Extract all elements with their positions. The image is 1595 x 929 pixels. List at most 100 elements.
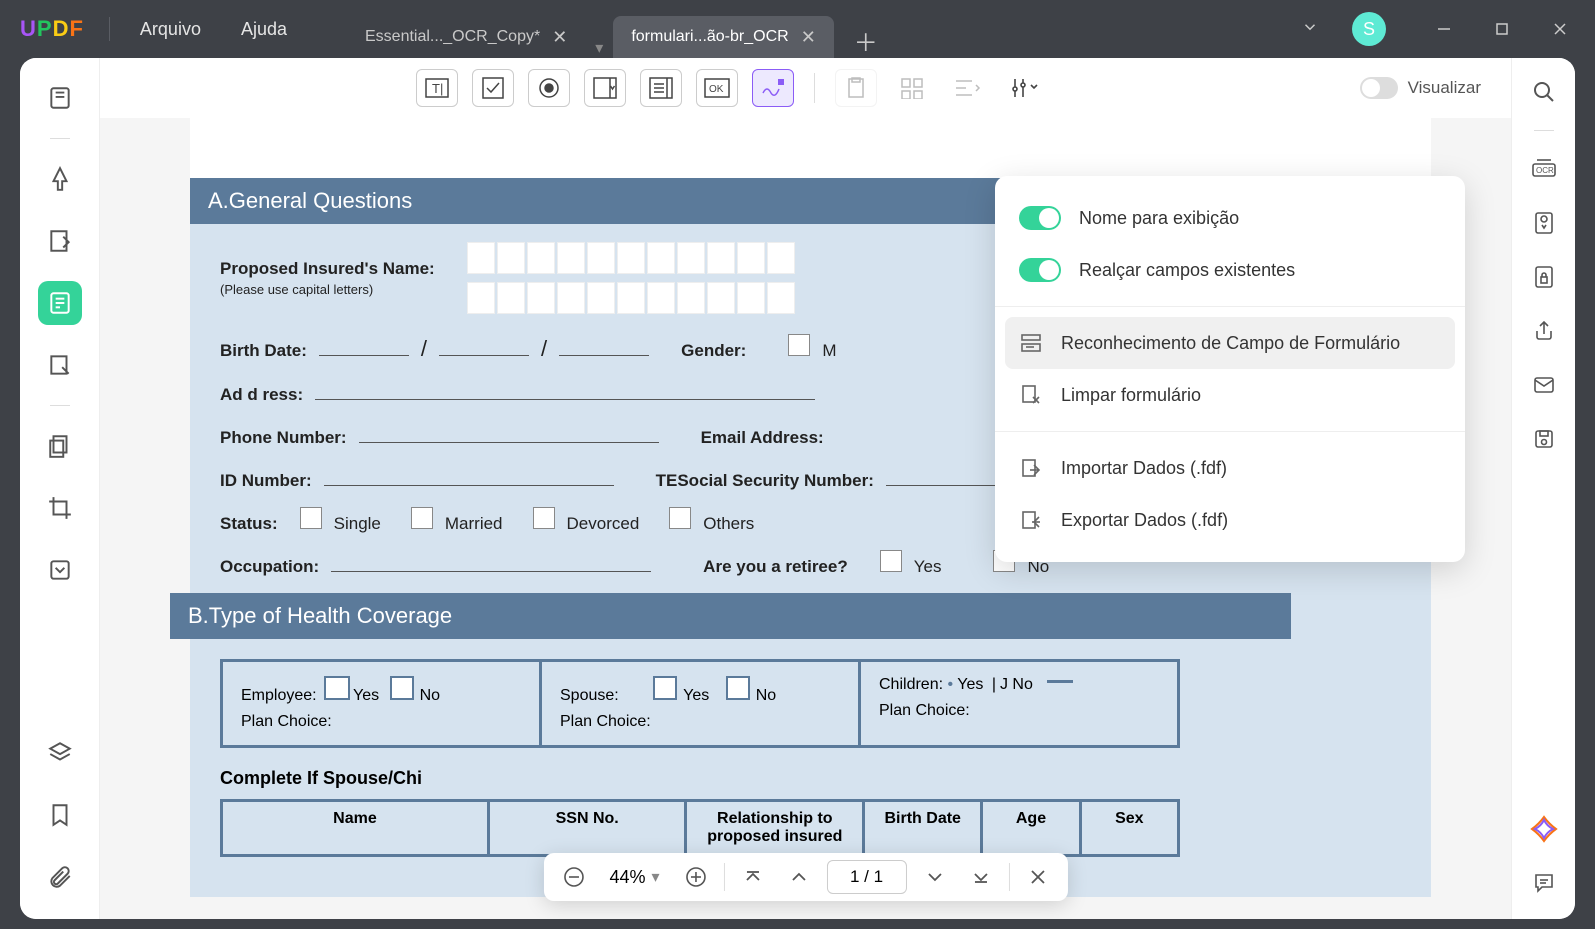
separator [1009, 863, 1010, 891]
employee-label: Employee: [241, 687, 317, 704]
listbox-tool[interactable] [640, 69, 682, 107]
align-tool [891, 69, 933, 107]
chevron-down-icon[interactable] [1276, 18, 1344, 41]
pages-button[interactable] [38, 424, 82, 468]
close-icon[interactable]: ✕ [801, 27, 816, 48]
occupation-field[interactable] [331, 550, 651, 572]
col-relationship: Relationship to proposed insured [687, 802, 865, 854]
zoom-in-button[interactable] [678, 859, 714, 895]
birth-day-field[interactable] [319, 334, 409, 356]
highlight-button[interactable] [38, 157, 82, 201]
text-field-tool[interactable]: T| [416, 69, 458, 107]
retiree-yes-label: Yes [914, 557, 942, 577]
redact-button[interactable] [38, 343, 82, 387]
status-others-checkbox[interactable] [669, 507, 691, 529]
titlebar: UPDF Arquivo Ajuda Essential..._OCR_Copy… [0, 0, 1595, 58]
chevron-down-icon: ▾ [652, 867, 660, 887]
zoom-out-button[interactable] [555, 859, 591, 895]
birth-year-field[interactable] [559, 334, 649, 356]
section-b-header: B.Type of Health Coverage [170, 593, 1291, 639]
chevron-down-icon[interactable]: ▾ [585, 38, 613, 58]
button-tool[interactable]: OK [696, 69, 738, 107]
employee-yes-checkbox[interactable] [324, 676, 350, 700]
protect-button[interactable] [1528, 261, 1560, 293]
menu-ajuda[interactable]: Ajuda [221, 19, 307, 40]
minimize-button[interactable] [1419, 9, 1469, 49]
maximize-button[interactable] [1477, 9, 1527, 49]
spouse-yes-checkbox[interactable] [653, 676, 677, 700]
form-button[interactable] [38, 281, 82, 325]
status-label: Status: [220, 514, 278, 534]
search-button[interactable] [1528, 76, 1560, 108]
name-boxes-row1[interactable] [467, 242, 795, 274]
signature-tool[interactable] [752, 69, 794, 107]
dropdown-item-recognize-form[interactable]: Reconhecimento de Campo de Formulário [1005, 317, 1455, 369]
plan-choice-label: Plan Choice: [879, 702, 1159, 720]
bookmark-button[interactable] [38, 793, 82, 837]
ai-button[interactable] [1528, 813, 1560, 845]
edit-button[interactable] [38, 219, 82, 263]
compress-button[interactable] [1528, 207, 1560, 239]
app-logo: UPDF [0, 16, 104, 42]
toggle-on-icon[interactable] [1019, 258, 1061, 282]
radio-tool[interactable] [528, 69, 570, 107]
tab-formulario[interactable]: formulari...ão-br_OCR ✕ [613, 16, 833, 58]
new-tab-button[interactable]: ＋ [834, 23, 898, 58]
zoom-select[interactable]: 44% ▾ [601, 867, 667, 888]
dropdown-item-export-data[interactable]: Exportar Dados (.fdf) [995, 494, 1465, 546]
close-icon[interactable]: ✕ [552, 27, 567, 48]
page-input[interactable]: 1 / 1 [827, 860, 907, 894]
separator [724, 863, 725, 891]
convert-button[interactable] [38, 548, 82, 592]
spouse-no-checkbox[interactable] [726, 676, 750, 700]
prev-page-button[interactable] [781, 859, 817, 895]
svg-text:T|: T| [432, 81, 443, 96]
address-field[interactable] [315, 378, 815, 400]
email-button[interactable] [1528, 369, 1560, 401]
attachment-button[interactable] [38, 855, 82, 899]
toggle-on-icon[interactable] [1019, 206, 1061, 230]
share-button[interactable] [1528, 315, 1560, 347]
dropdown-tool[interactable] [584, 69, 626, 107]
import-icon [1019, 456, 1043, 480]
status-divorced-checkbox[interactable] [533, 507, 555, 529]
gender-m-checkbox[interactable] [788, 334, 810, 356]
dropdown-item-import-data[interactable]: Importar Dados (.fdf) [995, 442, 1465, 494]
email-label: Email Address: [701, 428, 824, 448]
user-avatar[interactable]: S [1352, 12, 1386, 46]
ocr-button[interactable]: OCR [1528, 153, 1560, 185]
dropdown-item-clear-form[interactable]: Limpar formulário [995, 369, 1465, 421]
phone-label: Phone Number: [220, 428, 347, 448]
id-label: ID Number: [220, 471, 312, 491]
close-bar-button[interactable] [1020, 859, 1056, 895]
status-single-checkbox[interactable] [300, 507, 322, 529]
plan-choice-label: Plan Choice: [241, 713, 521, 731]
phone-field[interactable] [359, 421, 659, 443]
id-field[interactable] [324, 464, 614, 486]
form-options-tool[interactable] [1003, 69, 1045, 107]
status-married-label: Married [445, 514, 503, 534]
complete-if-label: Complete If Spouse/Chi [190, 748, 1431, 799]
crop-button[interactable] [38, 486, 82, 530]
employee-no-checkbox[interactable] [390, 676, 414, 700]
visualize-toggle[interactable] [1360, 77, 1398, 99]
comment-button[interactable] [1528, 867, 1560, 899]
dropdown-item-display-name[interactable]: Nome para exibição [995, 192, 1465, 244]
reader-mode-button[interactable] [38, 76, 82, 120]
name-boxes-row2[interactable] [467, 282, 795, 314]
status-married-checkbox[interactable] [411, 507, 433, 529]
retiree-yes-checkbox[interactable] [880, 550, 902, 572]
checkbox-tool[interactable] [472, 69, 514, 107]
dropdown-item-highlight-fields[interactable]: Realçar campos existentes [995, 244, 1465, 296]
coverage-table: Employee: Yes No Plan Choice: Spouse: Ye… [220, 659, 1180, 748]
save-button[interactable] [1528, 423, 1560, 455]
next-page-button[interactable] [917, 859, 953, 895]
tab-essential[interactable]: Essential..._OCR_Copy* ✕ [347, 16, 585, 58]
close-button[interactable] [1535, 9, 1585, 49]
birth-month-field[interactable] [439, 334, 529, 356]
menu-arquivo[interactable]: Arquivo [120, 19, 221, 40]
last-page-button[interactable] [963, 859, 999, 895]
first-page-button[interactable] [735, 859, 771, 895]
col-name: Name [223, 802, 490, 854]
layers-button[interactable] [38, 731, 82, 775]
